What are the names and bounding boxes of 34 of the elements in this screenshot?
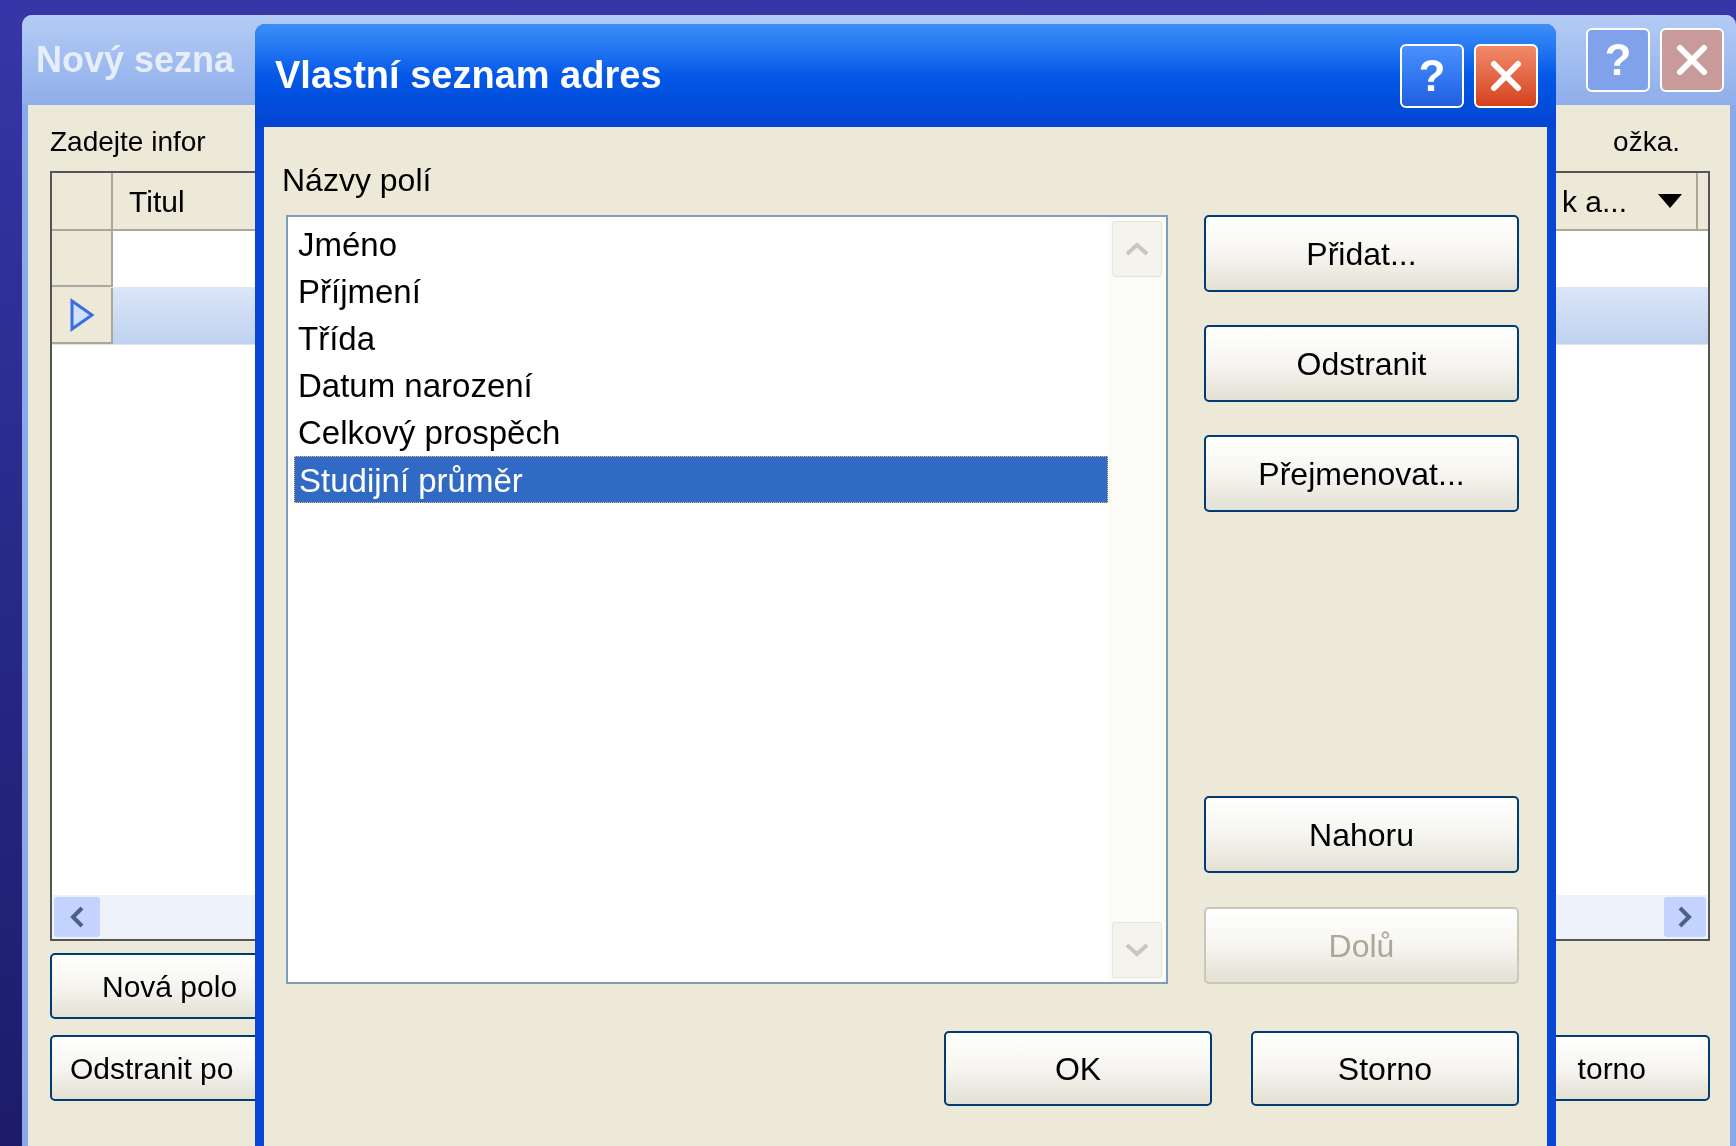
- list-item[interactable]: Příjmení: [294, 268, 1108, 315]
- close-icon: [1675, 43, 1709, 77]
- help-button[interactable]: ?: [1400, 43, 1464, 108]
- list-item[interactable]: Datum narození: [294, 362, 1108, 409]
- row-pointer-icon: [68, 298, 95, 332]
- action-button[interactable]: Přejmenovat...: [1204, 435, 1519, 512]
- chevron-up-icon: [1125, 242, 1149, 256]
- dropdown-icon: [1658, 194, 1682, 208]
- instruction-text: ožka.: [1613, 125, 1681, 159]
- list-item[interactable]: Celkový prospěch: [294, 409, 1108, 456]
- chevron-right-icon: [1678, 906, 1692, 928]
- dialog-title: Vlastní seznam adres: [275, 53, 662, 98]
- list-label: Názvy polí: [282, 161, 433, 199]
- window-title: Nový sezna: [36, 38, 235, 82]
- chevron-left-icon: [70, 906, 84, 928]
- chevron-down-icon: [1125, 943, 1149, 957]
- list-item[interactable]: Třída: [294, 315, 1108, 362]
- scroll-left-button[interactable]: [54, 897, 100, 937]
- close-button[interactable]: [1660, 28, 1724, 92]
- ok-button[interactable]: OK: [944, 1031, 1212, 1106]
- instruction-text: Zadejte infor: [50, 125, 206, 159]
- scroll-down-button[interactable]: [1112, 922, 1162, 978]
- action-button[interactable]: Přidat...: [1204, 215, 1519, 292]
- move-button[interactable]: Nahoru: [1204, 796, 1519, 873]
- action-button[interactable]: Odstranit: [1204, 325, 1519, 402]
- close-button[interactable]: [1474, 43, 1538, 108]
- vertical-scrollbar[interactable]: [1108, 217, 1166, 982]
- scroll-up-button[interactable]: [1112, 221, 1162, 277]
- list-item[interactable]: Studijní průměr: [294, 456, 1108, 503]
- column-title: k a...: [1562, 183, 1628, 220]
- list-item[interactable]: Jméno: [294, 221, 1108, 268]
- close-icon: [1489, 58, 1523, 93]
- scroll-right-button[interactable]: [1664, 897, 1706, 937]
- cancel-button[interactable]: Storno: [1251, 1031, 1519, 1106]
